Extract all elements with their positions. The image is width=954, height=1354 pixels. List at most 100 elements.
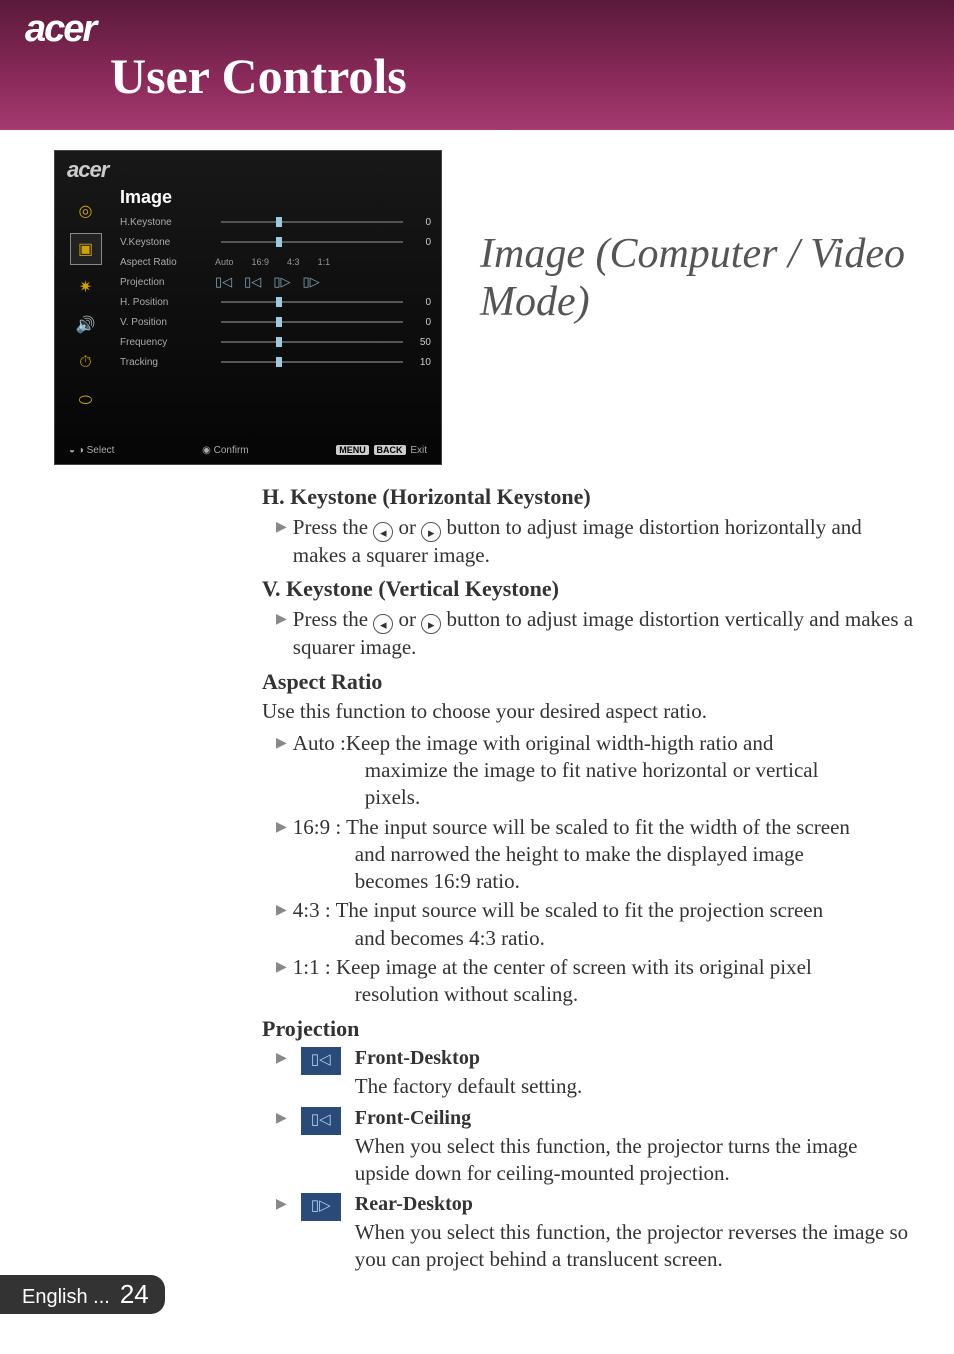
proj-desc: The factory default setting. (355, 1073, 914, 1100)
proj-body: Rear-Desktop When you select this functi… (355, 1191, 914, 1274)
proj-rear-ceiling-icon: ▯▷ (302, 274, 319, 290)
bullet-arrow-icon: ▶ (276, 611, 287, 629)
front-ceiling-icon: ▯◁ (301, 1107, 341, 1135)
osd-label: H.Keystone (120, 217, 215, 228)
bullet-text: 1:1 : Keep image at the center of screen… (293, 954, 914, 1009)
osd-value: 0 (409, 297, 431, 308)
osd-exit-label: Exit (410, 445, 427, 456)
proj-body: Front-Ceiling When you select this funct… (355, 1105, 914, 1188)
content-area: acer ◎ ▣ ✷ 🔊 ⏱ ⬭ Image H.Keystone 0 V.Ke… (0, 130, 954, 1274)
text: The input source will be scaled to fit t… (336, 898, 824, 922)
osd-value: 0 (409, 237, 431, 248)
slider-track (221, 301, 403, 303)
proj-front-ceiling: ▶ ▯◁ Front-Ceiling When you select this … (276, 1105, 914, 1188)
bullet-text: Auto :Keep the image with original width… (293, 730, 914, 812)
bullet-vkeystone: ▶ Press the ◂ or ▸ button to adjust imag… (276, 606, 914, 662)
page-footer: English ... 24 (0, 1275, 165, 1314)
body-text: H. Keystone (Horizontal Keystone) ▶ Pres… (262, 483, 914, 1274)
osd-label: V.Keystone (120, 237, 215, 248)
bullet-hkeystone: ▶ Press the ◂ or ▸ button to adjust imag… (276, 514, 914, 570)
opt-auto: Auto (215, 257, 234, 267)
heading-vkeystone: V. Keystone (Vertical Keystone) (262, 575, 914, 604)
bullet-arrow-icon: ▶ (276, 819, 287, 837)
right-arrow-icon: ▸ (421, 522, 441, 542)
bullet-11: ▶ 1:1 : Keep image at the center of scre… (276, 954, 914, 1009)
osd-value: 50 (409, 337, 431, 348)
osd-brand: acer (67, 157, 108, 183)
bullet-text: 16:9 : The input source will be scaled t… (293, 814, 914, 896)
right-arrow-icon: ▸ (421, 614, 441, 634)
back-key-icon: BACK (374, 445, 406, 455)
text: resolution without scaling. (293, 981, 914, 1008)
text: and becomes 4:3 ratio. (293, 925, 914, 952)
aspect-intro: Use this function to choose your desired… (262, 698, 914, 725)
osd-label: Tracking (120, 357, 215, 368)
heading-aspect: Aspect Ratio (262, 668, 914, 697)
osd-aspect-options: Auto 16:9 4:3 1:1 (215, 257, 431, 267)
osd-select-label: Select (87, 445, 115, 456)
lead: 4:3 : (293, 898, 336, 922)
osd-footer-exit: MENU BACK Exit (336, 445, 427, 456)
osd-label: V. Position (120, 317, 215, 328)
slider-track (221, 321, 403, 323)
osd-sidebar: ◎ ▣ ✷ 🔊 ⏱ ⬭ (63, 189, 108, 423)
footer-pill: English ... 24 (0, 1275, 165, 1314)
osd-value: 10 (409, 357, 431, 368)
osd-row-vposition: V. Position 0 (120, 312, 431, 332)
bullet-text: Press the ◂ or ▸ button to adjust image … (293, 514, 914, 570)
bullet-auto: ▶ Auto :Keep the image with original wid… (276, 730, 914, 812)
opt-43: 4:3 (287, 257, 300, 267)
osd-main: Image H.Keystone 0 V.Keystone 0 Aspect R… (120, 187, 431, 372)
osd-footer: ◒ ◑ Select ◉ Confirm MENU BACK Exit (55, 445, 441, 456)
front-desktop-icon: ▯◁ (301, 1047, 341, 1075)
management-tab-icon: ✷ (70, 271, 102, 303)
color-tab-icon: ◎ (70, 195, 102, 227)
proj-rear-desktop-icon: ▯▷ (273, 274, 290, 290)
bullet-arrow-icon: ▶ (276, 1196, 287, 1214)
osd-row-frequency: Frequency 50 (120, 332, 431, 352)
osd-projection-icons: ▯◁ ▯◁ ▯▷ ▯▷ (215, 274, 431, 290)
proj-rear-desktop: ▶ ▯▷ Rear-Desktop When you select this f… (276, 1191, 914, 1274)
proj-title: Front-Ceiling (355, 1105, 914, 1131)
osd-value: 0 (409, 317, 431, 328)
page-title: User Controls (110, 47, 954, 105)
osd-footer-select: ◒ ◑ Select (69, 445, 114, 456)
image-tab-icon: ▣ (70, 233, 102, 265)
footer-lang: English ... (22, 1286, 110, 1309)
bullet-text: 4:3 : The input source will be scaled to… (293, 897, 914, 952)
osd-confirm-label: Confirm (214, 445, 249, 456)
footer-page-number: 24 (120, 1279, 149, 1310)
text: Press the (293, 607, 374, 631)
text: pixels. (293, 784, 914, 811)
bullet-arrow-icon: ▶ (276, 735, 287, 753)
menu-key-icon: MENU (336, 445, 369, 455)
slider-track (221, 341, 403, 343)
proj-front-desktop-icon: ▯◁ (215, 274, 232, 290)
language-tab-icon: ⬭ (70, 385, 102, 417)
osd-row-projection: Projection ▯◁ ▯◁ ▯▷ ▯▷ (120, 272, 431, 292)
bullet-43: ▶ 4:3 : The input source will be scaled … (276, 897, 914, 952)
proj-title: Front-Desktop (355, 1045, 914, 1071)
opt-11: 1:1 (318, 257, 331, 267)
rear-desktop-icon: ▯▷ (301, 1193, 341, 1221)
lead: 16:9 : (293, 815, 346, 839)
slider-track (221, 361, 403, 363)
proj-desc: When you select this function, the proje… (355, 1133, 914, 1188)
slider-track (221, 221, 403, 223)
timer-tab-icon: ⏱ (70, 347, 102, 379)
osd-screenshot: acer ◎ ▣ ✷ 🔊 ⏱ ⬭ Image H.Keystone 0 V.Ke… (54, 150, 442, 465)
text: or (393, 515, 421, 539)
text: Keep the image with original width-higth… (346, 731, 773, 755)
osd-row-tracking: Tracking 10 (120, 352, 431, 372)
osd-label: Frequency (120, 337, 215, 348)
osd-row-hposition: H. Position 0 (120, 292, 431, 312)
text: and narrowed the height to make the disp… (293, 841, 914, 868)
osd-section-title: Image (120, 187, 431, 208)
audio-tab-icon: 🔊 (70, 309, 102, 341)
lead: Auto : (293, 731, 346, 755)
brand-logo: acer (25, 8, 954, 51)
osd-label: Aspect Ratio (120, 257, 215, 268)
osd-row-vkeystone: V.Keystone 0 (120, 232, 431, 252)
text: maximize the image to fit native horizon… (293, 757, 914, 784)
header-band: acer User Controls (0, 0, 954, 130)
